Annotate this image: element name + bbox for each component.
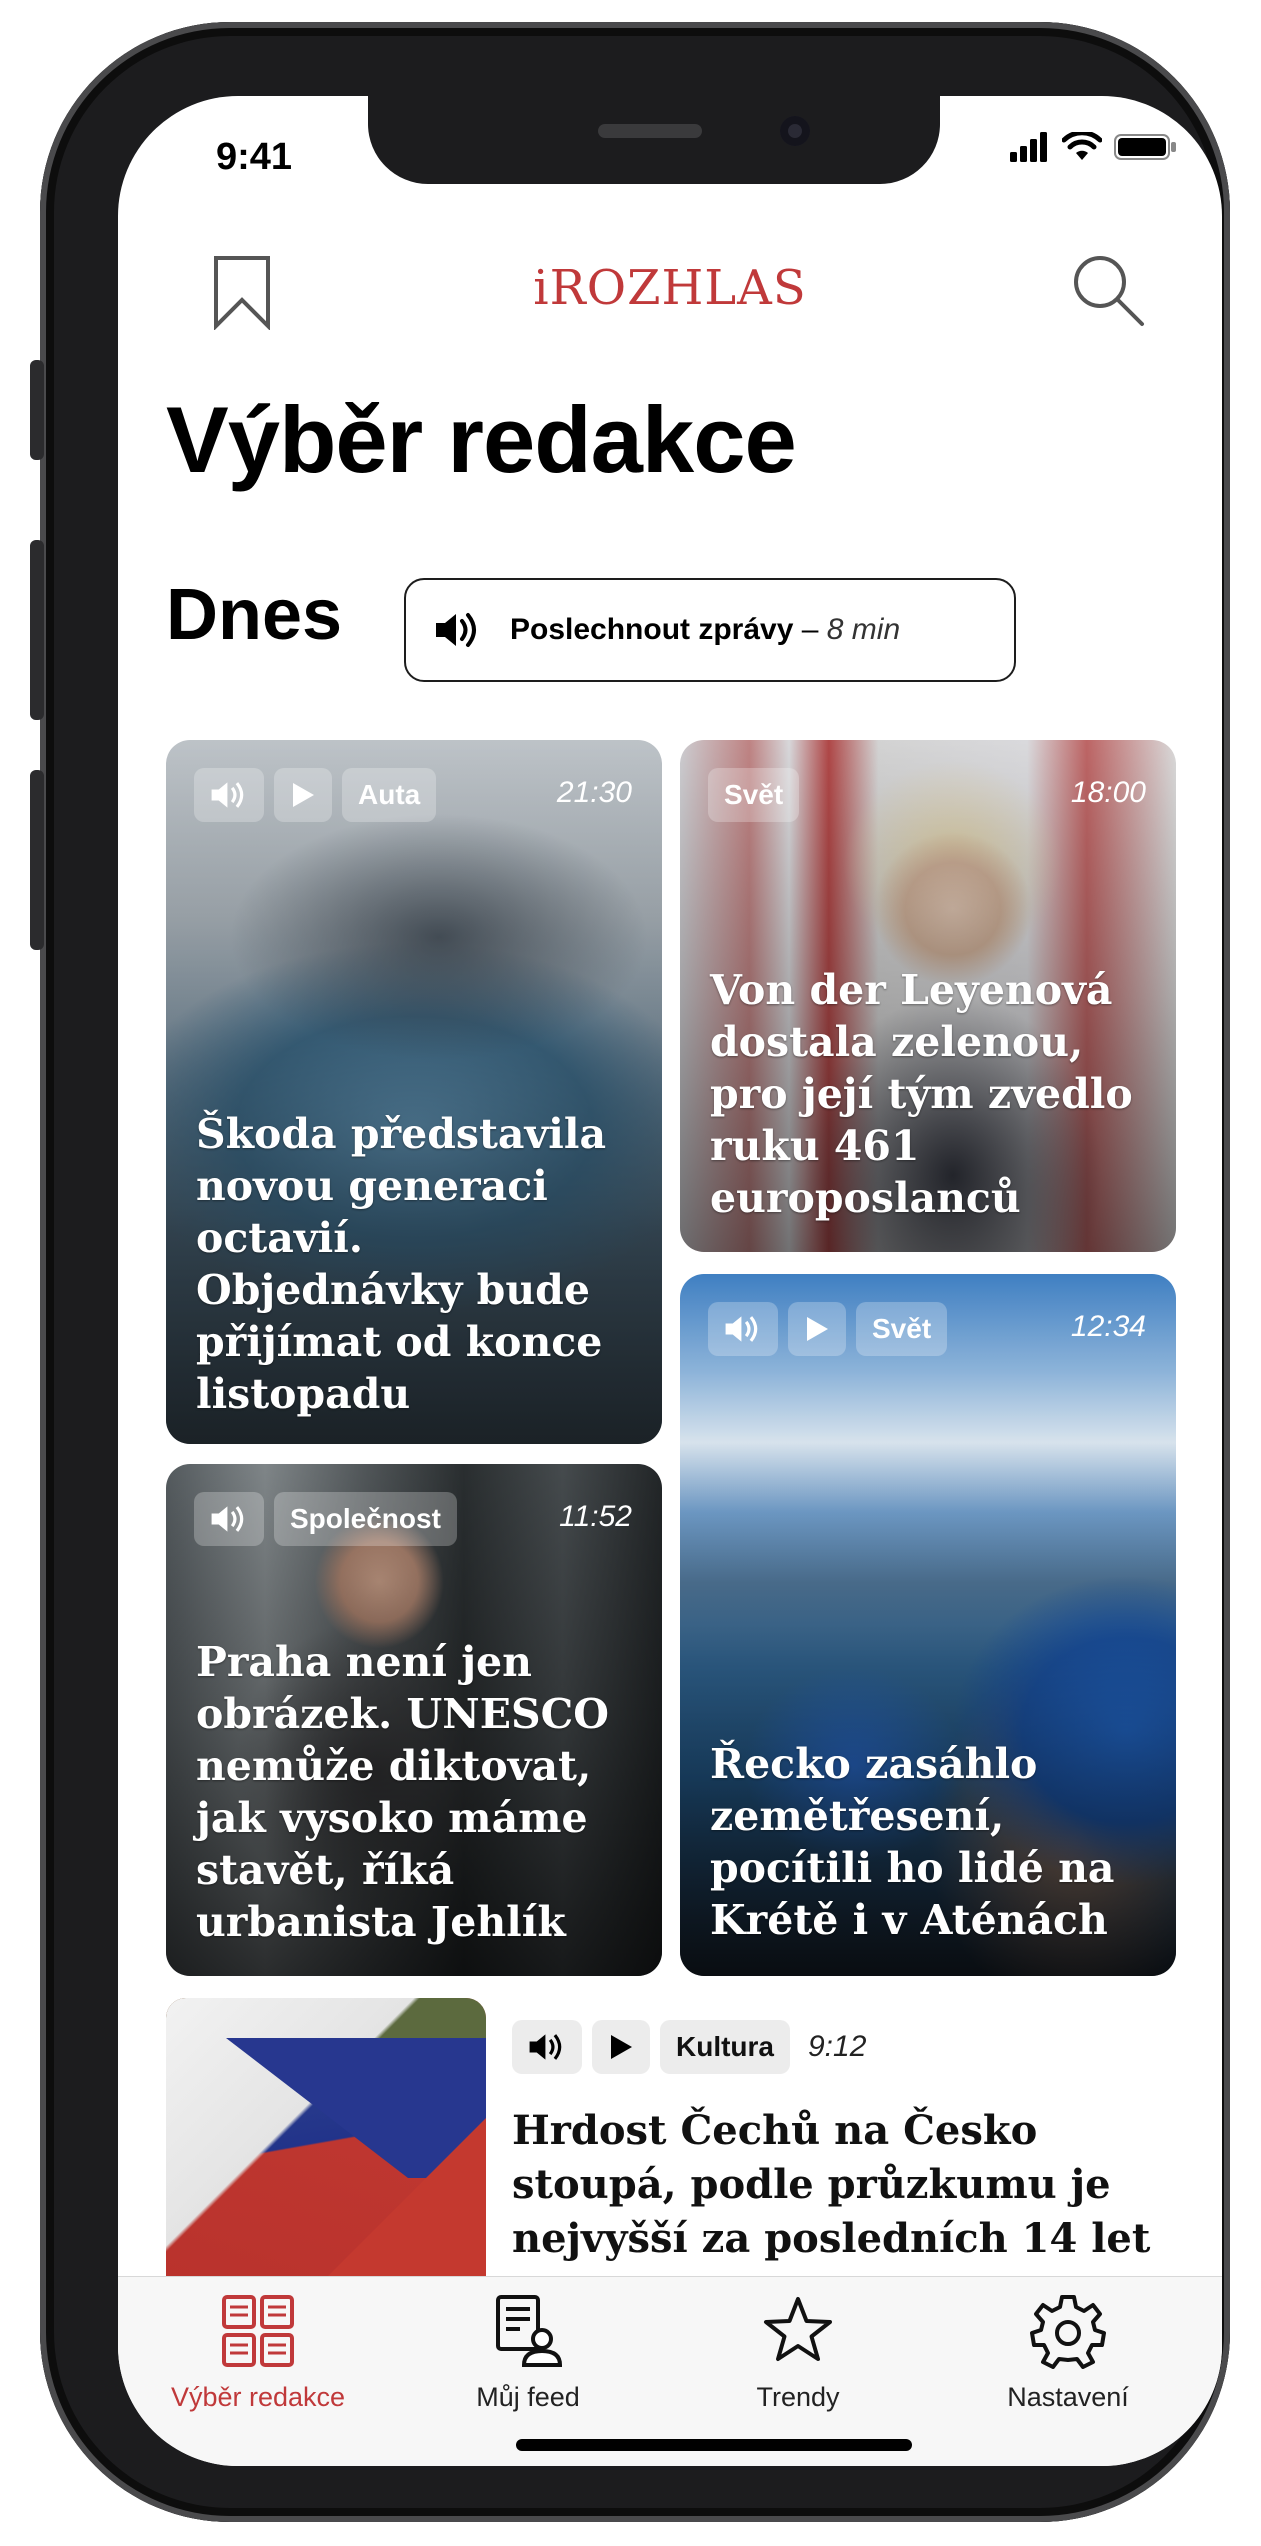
app-logo[interactable]: iROZHLAS (118, 260, 1222, 316)
listen-news-button[interactable]: Poslechnout zprávy – 8 min (404, 578, 1016, 682)
page-title: Výběr redakce (166, 387, 797, 492)
card-chips: Společnost (194, 1492, 457, 1546)
star-icon (764, 2297, 832, 2361)
tab-nastaveni[interactable]: Nastavení (948, 2293, 1188, 2413)
play-button[interactable] (788, 1302, 846, 1356)
play-icon (807, 1317, 828, 1341)
card-time: 21:30 (556, 776, 632, 809)
grid-icon (222, 2295, 294, 2367)
play-icon (611, 2035, 632, 2059)
audio-button[interactable] (708, 1302, 778, 1356)
audio-button[interactable] (512, 2020, 582, 2074)
tab-label: Můj feed (476, 2382, 580, 2412)
category-tag[interactable]: Kultura (660, 2020, 790, 2074)
card-chips: Svět (708, 1302, 948, 1356)
home-indicator (516, 2439, 912, 2451)
category-tag[interactable]: Svět (856, 1302, 948, 1356)
list-item-headline: Hrdost Čechů na Česko stoupá, podle průz… (512, 2107, 1151, 2262)
notch (368, 96, 940, 184)
card-headline: Škoda představila novou generaci octavií… (196, 1110, 607, 1418)
category-tag[interactable]: Společnost (274, 1492, 457, 1546)
speaker-icon (211, 1506, 244, 1532)
tab-label: Nastavení (1007, 2382, 1129, 2412)
list-item-time: 9:12 (808, 2030, 867, 2063)
volume-down-button (30, 770, 44, 950)
tab-muj-feed[interactable]: Můj feed (408, 2293, 648, 2413)
news-card[interactable]: Svět 12:34 Řecko zasáhlo zemětřesení, po… (680, 1274, 1176, 1976)
gear-icon (1030, 2295, 1106, 2369)
play-button[interactable] (274, 768, 332, 822)
status-icons (1010, 132, 1178, 162)
listen-separator: – (793, 613, 827, 646)
speaker-icon (529, 2034, 562, 2060)
news-card[interactable]: Svět 18:00 Von der Leyenová dostala zele… (680, 740, 1176, 1252)
card-headline: Praha není jen obrázek. UNESCO nemůže di… (196, 1638, 609, 1946)
card-time: 11:52 (559, 1500, 632, 1533)
wifi-icon (1062, 132, 1102, 160)
speaker-icon (436, 613, 476, 647)
audio-button[interactable] (194, 1492, 264, 1546)
card-chips: Auta (194, 768, 437, 822)
list-item[interactable]: Kultura 9:12 Hrdost Čechů na Česko stoup… (166, 1998, 1186, 2298)
play-icon (293, 783, 314, 807)
tab-label: Trendy (756, 2382, 840, 2412)
battery-icon (1114, 134, 1176, 160)
list-item-chips: Kultura 9:12 (512, 2020, 866, 2074)
tab-label: Výběr redakce (170, 2382, 346, 2412)
tab-vyber-redakce[interactable]: Výběr redakce (138, 2293, 378, 2413)
app-header: iROZHLAS (118, 246, 1222, 330)
card-headline: Von der Leyenová dostala zelenou, pro je… (710, 966, 1133, 1222)
card-headline: Řecko zasáhlo zemětřesení, pocítili ho l… (710, 1740, 1115, 1944)
volume-up-button (30, 540, 44, 720)
section-title: Dnes (166, 575, 343, 655)
card-chips: Svět (708, 768, 800, 822)
speaker (598, 124, 702, 138)
tab-trendy[interactable]: Trendy (678, 2293, 918, 2413)
card-time: 18:00 (1070, 776, 1146, 809)
listen-duration: 8 min (826, 613, 901, 646)
list-item-image (166, 1998, 486, 2298)
listen-label: Poslechnout zprávy (510, 613, 794, 646)
news-card[interactable]: Auta 21:30 Škoda představila novou gener… (166, 740, 662, 1444)
signal-icon (1010, 132, 1047, 162)
play-button[interactable] (592, 2020, 650, 2074)
search-icon[interactable] (1070, 252, 1146, 328)
tab-bar: Výběr redakce Můj feed Trendy Nastavení (118, 2276, 1222, 2466)
status-time: 9:41 (216, 136, 293, 178)
feed-icon (496, 2295, 563, 2367)
speaker-icon (725, 1316, 758, 1342)
card-time: 12:34 (1070, 1310, 1146, 1343)
front-camera (780, 116, 810, 146)
category-tag[interactable]: Svět (708, 768, 800, 822)
audio-button[interactable] (194, 768, 264, 822)
category-tag[interactable]: Auta (342, 768, 437, 822)
mute-switch (30, 360, 44, 460)
news-card[interactable]: Společnost 11:52 Praha není jen obrázek.… (166, 1464, 662, 1976)
screen: 9:41 iROZHLAS Výběr redakce Dnes Poslech… (118, 96, 1222, 2466)
speaker-icon (211, 782, 244, 808)
